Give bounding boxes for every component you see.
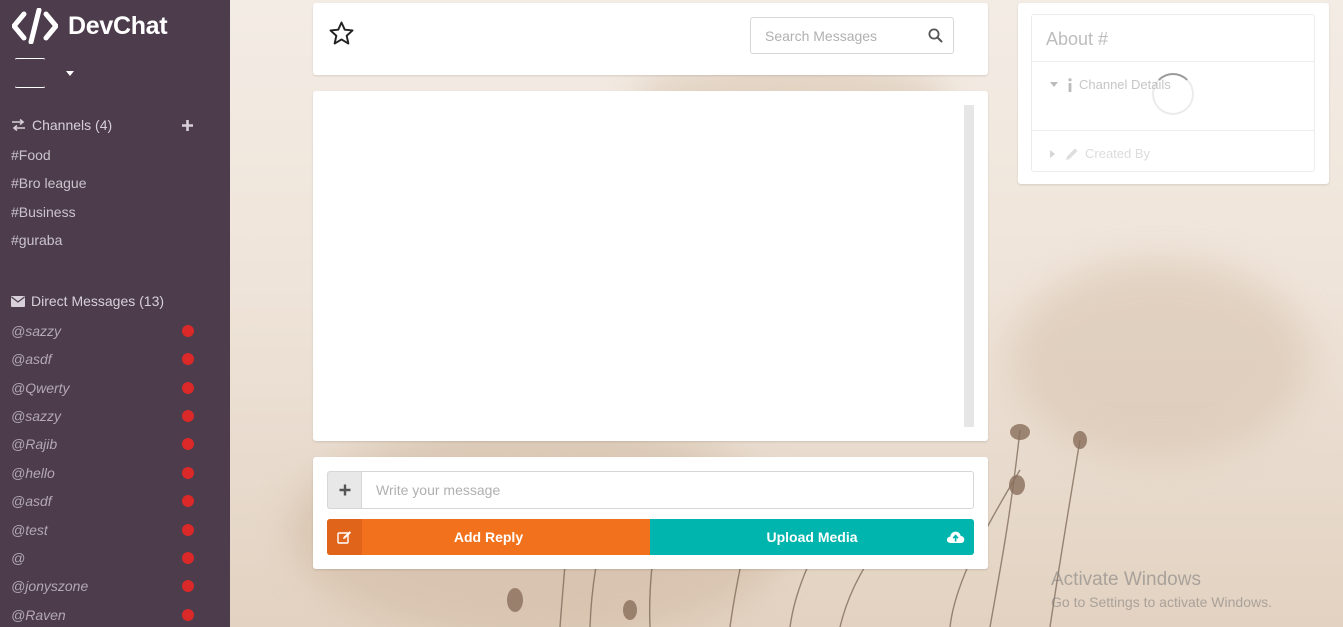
chevron-down-icon bbox=[66, 70, 74, 76]
channel-item[interactable]: #Food bbox=[11, 147, 51, 163]
about-title: About # bbox=[1046, 29, 1109, 49]
user-dropdown[interactable] bbox=[14, 58, 74, 88]
add-reply-label: Add Reply bbox=[453, 529, 524, 545]
caret-right-icon bbox=[1050, 149, 1055, 158]
channels-header: Channels (4) bbox=[11, 117, 112, 133]
offline-status-dot bbox=[182, 609, 194, 621]
upload-media-button[interactable]: Upload Media bbox=[650, 519, 974, 555]
scrollbar[interactable] bbox=[964, 105, 974, 427]
dm-username: @asdf bbox=[11, 493, 52, 509]
dm-item[interactable]: @sazzy bbox=[11, 408, 201, 424]
dm-username: @sazzy bbox=[11, 408, 61, 424]
dm-username: @jonyszone bbox=[11, 578, 89, 594]
add-channel-icon[interactable] bbox=[181, 119, 194, 132]
info-icon bbox=[1068, 77, 1072, 92]
dm-username: @test bbox=[11, 522, 48, 538]
offline-status-dot bbox=[182, 353, 194, 365]
dm-item[interactable]: @Rajib bbox=[11, 436, 201, 452]
offline-status-dot bbox=[182, 325, 194, 337]
attach-button[interactable] bbox=[327, 471, 362, 509]
mail-icon bbox=[11, 295, 25, 307]
search-input[interactable] bbox=[750, 17, 954, 54]
offline-status-dot bbox=[182, 382, 194, 394]
offline-status-dot bbox=[182, 495, 194, 507]
offline-status-dot bbox=[182, 552, 194, 564]
app-title: DevChat bbox=[68, 11, 168, 40]
dm-username: @ bbox=[11, 550, 26, 566]
offline-status-dot bbox=[182, 410, 194, 422]
dm-item[interactable]: @Raven bbox=[11, 607, 201, 623]
channel-item[interactable]: #Bro league bbox=[11, 175, 87, 191]
loading-spinner bbox=[1152, 73, 1194, 115]
message-input[interactable] bbox=[361, 471, 974, 509]
messages-list bbox=[313, 91, 988, 441]
dm-item[interactable]: @asdf bbox=[11, 351, 201, 367]
divider bbox=[1032, 130, 1314, 131]
offline-status-dot bbox=[182, 524, 194, 536]
offline-status-dot bbox=[182, 467, 194, 479]
activation-watermark-title: Activate Windows bbox=[1051, 569, 1201, 590]
dm-item[interactable]: @ bbox=[11, 550, 201, 566]
dm-item[interactable]: @test bbox=[11, 522, 201, 538]
upload-media-label: Upload Media bbox=[766, 529, 858, 545]
offline-status-dot bbox=[182, 580, 194, 592]
caret-down-icon bbox=[1050, 81, 1058, 87]
add-reply-button[interactable]: Add Reply bbox=[327, 519, 650, 555]
pencil-icon bbox=[1066, 148, 1078, 160]
dm-item[interactable]: @jonyszone bbox=[11, 578, 201, 594]
dm-username: @Rajib bbox=[11, 436, 58, 452]
accordion-created-by[interactable]: Created By bbox=[1050, 146, 1150, 161]
offline-status-dot bbox=[182, 438, 194, 450]
search-icon bbox=[928, 28, 943, 43]
app-brand[interactable]: DevChat bbox=[12, 8, 168, 44]
activation-watermark-subtitle: Go to Settings to activate Windows. bbox=[1051, 594, 1272, 610]
message-form: Add Reply Upload Media bbox=[313, 457, 988, 569]
created-by-label: Created By bbox=[1085, 146, 1151, 161]
dm-username: @Raven bbox=[11, 607, 66, 623]
edit-icon bbox=[327, 519, 362, 555]
dm-username: @sazzy bbox=[11, 323, 61, 339]
messages-header bbox=[313, 3, 988, 75]
dm-item[interactable]: @Qwerty bbox=[11, 380, 201, 396]
exchange-icon bbox=[12, 119, 25, 131]
divider bbox=[1032, 61, 1314, 62]
dm-item[interactable]: @asdf bbox=[11, 493, 201, 509]
channels-header-label: Channels (4) bbox=[32, 117, 113, 133]
direct-messages-header-label: Direct Messages (13) bbox=[31, 293, 165, 309]
star-icon[interactable] bbox=[328, 20, 355, 47]
dm-item[interactable]: @hello bbox=[11, 465, 201, 481]
channel-item[interactable]: #Business bbox=[11, 204, 76, 220]
channel-item[interactable]: #guraba bbox=[11, 232, 62, 248]
dm-item[interactable]: @sazzy bbox=[11, 323, 201, 339]
sidebar: DevChat Channels (4) #Food #Bro league #… bbox=[0, 0, 230, 627]
avatar bbox=[14, 58, 46, 88]
dm-username: @hello bbox=[11, 465, 55, 481]
cloud-upload-icon bbox=[944, 519, 966, 555]
plus-icon bbox=[339, 484, 351, 496]
code-icon bbox=[12, 8, 58, 44]
direct-messages-header: Direct Messages (13) bbox=[11, 293, 164, 309]
dm-username: @asdf bbox=[11, 351, 52, 367]
dm-username: @Qwerty bbox=[11, 380, 70, 396]
